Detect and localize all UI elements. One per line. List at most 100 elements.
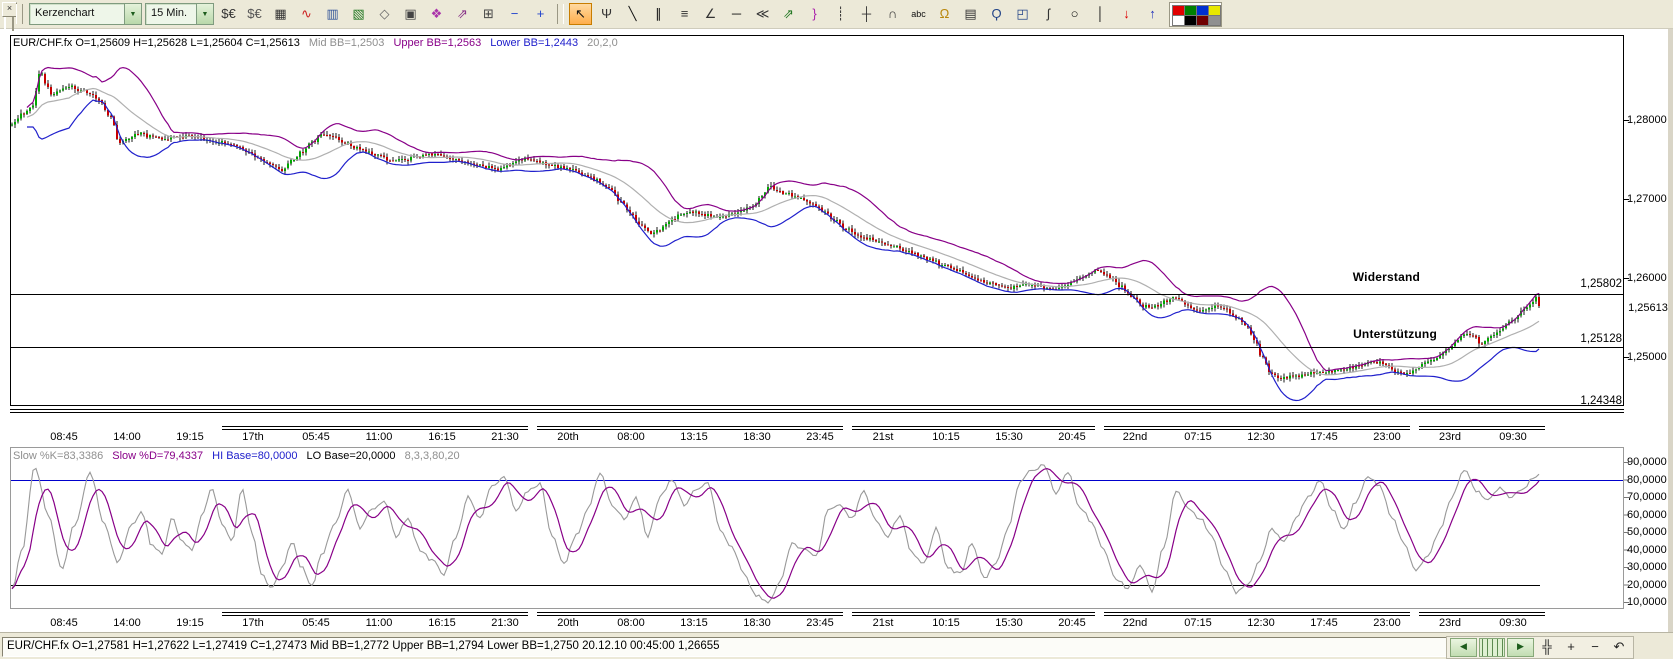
arrow-up-tool[interactable]: ↑ xyxy=(1141,3,1164,25)
calculator-tool[interactable]: ▤ xyxy=(959,3,982,25)
chart-type-select[interactable]: Kerzenchart ▼ xyxy=(29,3,142,25)
time-axis-label-2: 12:30 xyxy=(1247,617,1275,629)
zoom-in-button[interactable]: + xyxy=(1560,639,1582,656)
chevron-down-icon[interactable]: ▼ xyxy=(196,4,213,24)
text-tool[interactable]: abc xyxy=(907,3,930,25)
current-price-tag: 1,25613 xyxy=(1626,302,1670,315)
indicator-zigzag-icon[interactable]: ∿ xyxy=(295,3,318,25)
window-grip-handle[interactable] xyxy=(4,17,14,31)
arc-tool[interactable]: ∩ xyxy=(881,3,904,25)
upper-bb-readout: Upper BB=1,2563 xyxy=(393,37,481,49)
chart-scroll-controls: ◀ ▶ ╬ + − ↶ xyxy=(1446,636,1634,659)
time-axis-label-2: 09:30 xyxy=(1499,617,1527,629)
arrow-down-tool[interactable]: ↓ xyxy=(1115,3,1138,25)
arrow-marker-tool[interactable]: ⇗ xyxy=(777,3,800,25)
time-axis-label: 19:15 xyxy=(176,431,204,443)
time-axis-label-2: 17:45 xyxy=(1310,617,1338,629)
time-axis-label-2: 15:30 xyxy=(995,617,1023,629)
time-axis-label: 11:00 xyxy=(366,431,393,443)
bb-params: 20,2,0 xyxy=(587,37,618,49)
time-axis-label: 10:15 xyxy=(932,431,960,443)
zoom-area-tool[interactable]: ◰ xyxy=(1011,3,1034,25)
zoom-in-tool[interactable]: Ϙ xyxy=(985,3,1008,25)
price-axis-label: 1,27000 xyxy=(1627,193,1673,205)
horizontal-grid-tool[interactable]: ≡ xyxy=(673,3,696,25)
fibonacci-retracement-tool[interactable]: } xyxy=(803,3,826,25)
pan-hand-tool[interactable]: Ψ xyxy=(595,3,618,25)
scroll-left-button[interactable]: ◀ xyxy=(1450,638,1477,657)
time-axis-label: 18:30 xyxy=(743,431,771,443)
time-axis-label: 17:45 xyxy=(1310,431,1338,443)
annotation-support[interactable]: Unterstützung xyxy=(1353,327,1437,341)
monitor-chart-icon[interactable]: ⊞ xyxy=(477,3,500,25)
toolbar: × Kerzenchart ▼ 15 Min. ▼ $€$€▦∿▥▧◇▣❖⇗⊞−… xyxy=(0,0,1673,29)
freehand-tool[interactable]: ʃ xyxy=(1037,3,1060,25)
time-axis-label-2: 17th xyxy=(242,617,263,629)
time-axis-label-2: 08:00 xyxy=(617,617,645,629)
chevron-down-icon[interactable]: ▼ xyxy=(124,4,141,24)
lower-bb-readout: Lower BB=1,2443 xyxy=(490,37,578,49)
stoch-hi-readout: HI Base=80,0000 xyxy=(212,450,297,462)
undo-button[interactable]: ↶ xyxy=(1608,639,1630,656)
stoch-axis-label: 20,0000 xyxy=(1627,579,1673,591)
time-axis-label: 08:45 xyxy=(50,431,78,443)
chart-header: EUR/CHF.fx O=1,25609 H=1,25628 L=1,25604… xyxy=(13,37,624,49)
horizontal-line-tool[interactable]: ─ xyxy=(725,3,748,25)
time-axis-label: 17th xyxy=(242,431,263,443)
timeframe-select[interactable]: 15 Min. ▼ xyxy=(145,3,214,25)
printer-icon[interactable]: ▣ xyxy=(399,3,422,25)
price-marker-down-icon[interactable]: $€ xyxy=(217,3,240,25)
cursor-tool[interactable]: ↖ xyxy=(569,3,592,25)
color-properties-icon[interactable]: ❖ xyxy=(425,3,448,25)
time-axis-label: 08:00 xyxy=(617,431,645,443)
zoom-in-icon[interactable]: + xyxy=(529,3,552,25)
chart-image-icon[interactable]: ▧ xyxy=(347,3,370,25)
zoom-out-button[interactable]: − xyxy=(1584,639,1606,656)
ellipse-tool[interactable]: ○ xyxy=(1063,3,1086,25)
price-marker-up-icon[interactable]: $€ xyxy=(243,3,266,25)
toolbar-separator xyxy=(557,4,564,24)
gann-fan-tool[interactable]: ≪ xyxy=(751,3,774,25)
eraser-icon[interactable]: ◇ xyxy=(373,3,396,25)
lower-level-label: 1,24348 xyxy=(1562,395,1622,407)
palette-swatch-7[interactable] xyxy=(1208,15,1221,26)
time-axis-label-2: 20:45 xyxy=(1058,617,1086,629)
stoch-axis-label: 90,0000 xyxy=(1627,456,1673,468)
scroll-right-button[interactable]: ▶ xyxy=(1507,638,1534,657)
crosshair-tool[interactable]: ┼ xyxy=(855,3,878,25)
annotation-resistance[interactable]: Widerstand xyxy=(1353,270,1420,284)
time-axis-label-2: 13:15 xyxy=(680,617,708,629)
price-axis-label: 1,28000 xyxy=(1627,114,1673,126)
scroll-thumb[interactable] xyxy=(1479,638,1505,657)
time-axis-label-2: 21st xyxy=(873,617,894,629)
fan-lines-tool[interactable]: ∠ xyxy=(699,3,722,25)
vertical-grid-tool[interactable]: ┊ xyxy=(829,3,852,25)
parallel-channel-tool[interactable]: ∥ xyxy=(647,3,670,25)
trendline-tool[interactable]: ╲ xyxy=(621,3,644,25)
time-axis-label: 22nd xyxy=(1123,431,1147,443)
time-axis-label-2: 11:00 xyxy=(366,617,393,629)
pointer-chart-icon[interactable]: ⇗ xyxy=(451,3,474,25)
status-bar: EUR/CHF.fx O=1,27581 H=1,27622 L=1,27419… xyxy=(0,632,1673,659)
stoch-d-readout: Slow %D=79,4337 xyxy=(112,450,203,462)
chart-window-icon[interactable]: ▥ xyxy=(321,3,344,25)
alert-tool[interactable]: Ω xyxy=(933,3,956,25)
price-axis-label: 1,26000 xyxy=(1627,272,1673,284)
mid-bb-readout: Mid BB=1,2503 xyxy=(309,37,385,49)
support-level-label: 1,25128 xyxy=(1562,333,1622,345)
stoch-axis-label: 50,0000 xyxy=(1627,526,1673,538)
stochastic-header: Slow %K=83,3386 Slow %D=79,4337 HI Base=… xyxy=(13,450,466,462)
vertical-line-tool[interactable]: │ xyxy=(1089,3,1112,25)
pan-mode-button[interactable]: ╬ xyxy=(1536,639,1558,656)
color-palette[interactable] xyxy=(1169,2,1222,27)
stoch-axis-label: 30,0000 xyxy=(1627,561,1673,573)
time-axis-label-2: 10:15 xyxy=(932,617,960,629)
grid-properties-icon[interactable]: ▦ xyxy=(269,3,292,25)
time-axis-label: 16:15 xyxy=(428,431,456,443)
close-icon[interactable]: × xyxy=(2,2,17,17)
resistance-level-label: 1,25802 xyxy=(1562,278,1622,290)
zoom-out-icon[interactable]: − xyxy=(503,3,526,25)
stoch-k-readout: Slow %K=83,3386 xyxy=(13,450,103,462)
time-axis-label: 23rd xyxy=(1439,431,1461,443)
toolbar-grip-handle[interactable] xyxy=(16,4,23,24)
